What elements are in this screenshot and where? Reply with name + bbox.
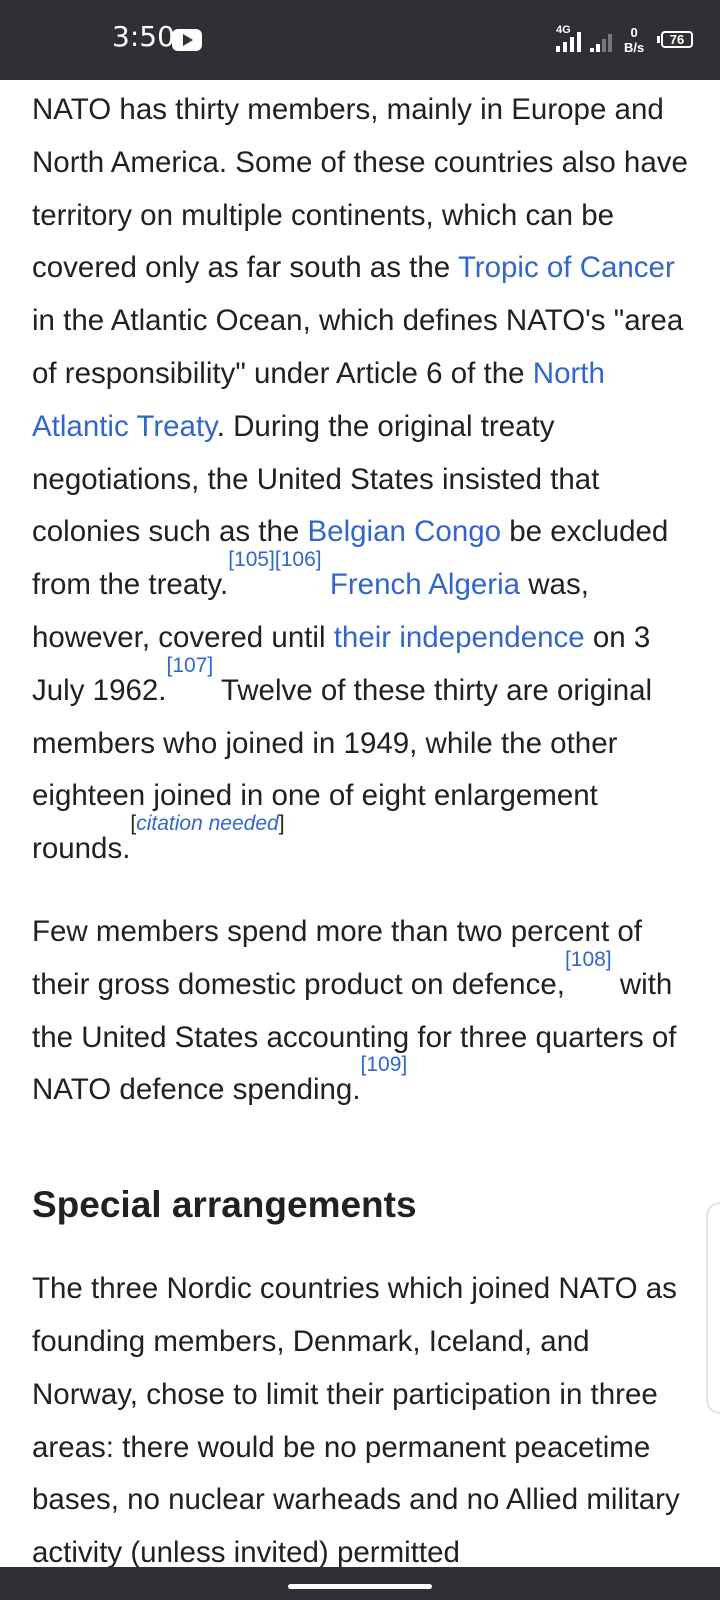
article-content: NATO has thirty members, mainly in Europ… [32, 84, 692, 1580]
side-panel-handle[interactable] [706, 1202, 720, 1414]
paragraph-defence-spending: Few members spend more than two percent … [32, 906, 692, 1117]
status-time: 3:50 [112, 20, 175, 53]
battery-icon: 76 [661, 31, 693, 48]
link-tropic-of-cancer[interactable]: Tropic of Cancer [458, 251, 675, 284]
signal-strength-sim2-icon [590, 30, 622, 52]
section-heading-special-arrangements[interactable]: Special arrangements [32, 1175, 692, 1235]
reference-105[interactable]: [105] [228, 548, 275, 571]
citation-needed[interactable]: [citation needed] [130, 812, 284, 835]
link-belgian-congo[interactable]: Belgian Congo [308, 515, 502, 548]
status-bar: 3:50 4G 0 B/s 76 [0, 0, 720, 80]
reference-109[interactable]: [109] [361, 1053, 408, 1076]
network-speed-unit: B/s [624, 40, 645, 55]
battery-tip-icon [657, 36, 660, 43]
reference-108[interactable]: [108] [565, 948, 612, 971]
text-run: The three Nordic countries which joined … [32, 1272, 680, 1570]
reference-107[interactable]: [107] [166, 654, 213, 677]
network-speed: 0 B/s [624, 25, 644, 55]
reference-106[interactable]: [106] [275, 548, 322, 571]
paragraph-nordic-countries: The three Nordic countries which joined … [32, 1263, 692, 1580]
text-run: Few members spend more than two percent … [32, 914, 642, 1001]
citation-needed-link[interactable]: citation needed [136, 812, 278, 835]
youtube-notification-icon [172, 29, 202, 51]
signal-strength-icon [556, 30, 588, 52]
text-run [322, 568, 330, 601]
home-indicator[interactable] [288, 1584, 432, 1589]
network-speed-value: 0 [630, 25, 638, 40]
link-french-algeria[interactable]: French Algeria [330, 568, 520, 601]
cite-bracket: ] [278, 812, 285, 836]
link-their-independence[interactable]: their independence [334, 621, 585, 654]
paragraph-membership: NATO has thirty members, mainly in Europ… [32, 84, 692, 876]
